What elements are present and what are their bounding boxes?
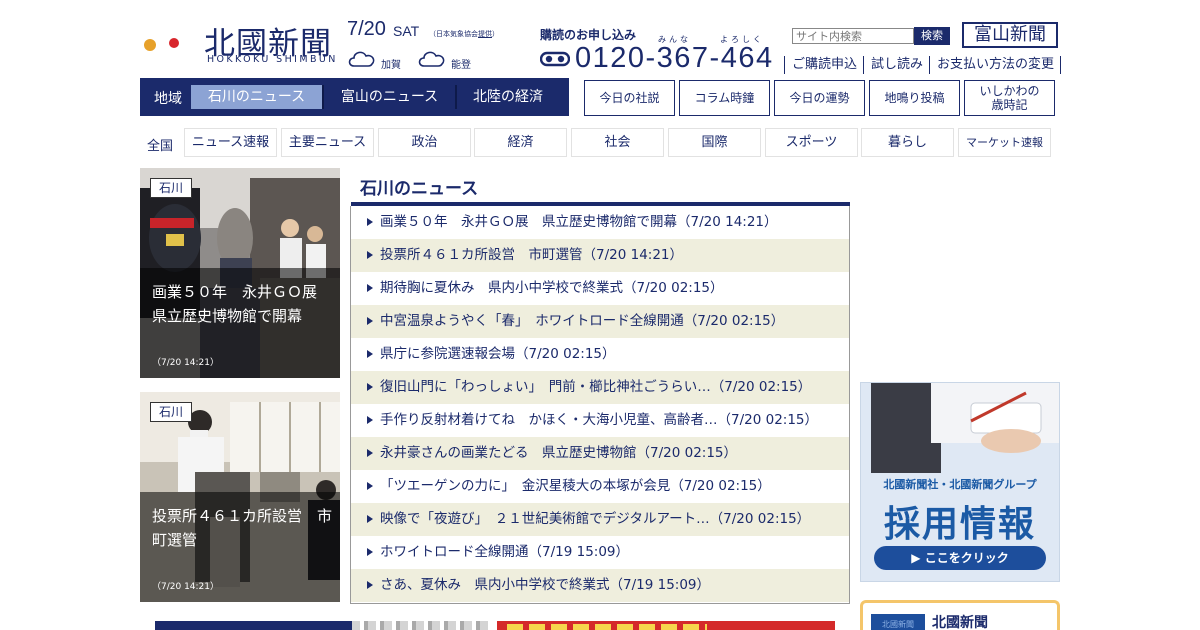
site-logo[interactable]: 北國新聞 HOKKOKU SHIMBUN — [140, 16, 340, 66]
hokkoku-promo-title: 北國新聞 — [932, 615, 988, 630]
news-item[interactable]: 永井豪さんの画業たどる 県立歴史博物館（7/20 02:15） — [351, 437, 849, 470]
weekday: SAT — [393, 23, 420, 39]
national-label[interactable]: 全国 — [147, 135, 173, 154]
weather-area: 加賀 — [381, 60, 401, 71]
news-list: 画業５０年 永井ＧＯ展 県立歴史博物館で開幕（7/20 14:21） 投票所４６… — [350, 206, 850, 604]
link-payment-change[interactable]: お支払い方法の変更 — [929, 56, 1062, 74]
recruit-photo — [861, 383, 1059, 473]
tab-hokuriku-economy[interactable]: 北陸の経済 — [457, 85, 559, 109]
horoscope-button[interactable]: 今日の運勢 — [774, 80, 865, 116]
link-subscribe[interactable]: ご購読申込 — [784, 56, 863, 74]
recruit-title: 採用情報 — [883, 504, 1036, 545]
weather-credit-suffix: ） — [492, 30, 499, 38]
category-politics[interactable]: 政治 — [378, 128, 471, 157]
news-section-heading: 石川のニュース — [360, 179, 479, 199]
phone-number[interactable]: 0120-367-464 — [575, 42, 774, 75]
column-jisho-button[interactable]: コラム時鐘 — [679, 80, 770, 116]
news-item[interactable]: ホワイトロード全線開通（7/19 15:09） — [351, 536, 849, 569]
photo-card[interactable]: 石川 投票所４６１カ所設営 市町選管 （7/20 14:21） — [140, 392, 340, 602]
region-label: 地域 — [154, 91, 182, 107]
category-international[interactable]: 国際 — [668, 128, 761, 157]
weather-credit-link[interactable]: 提供 — [478, 30, 492, 38]
card-region-tag: 石川 — [150, 178, 192, 198]
card-time: （7/20 14:21） — [152, 358, 220, 368]
tab-toyama-news[interactable]: 富山のニュース — [324, 85, 455, 109]
category-economy[interactable]: 経済 — [474, 128, 567, 157]
date-weather: 7/20 SAT （日本気象協会提供） 加賀 能登 — [347, 18, 507, 72]
search-input[interactable] — [792, 28, 914, 44]
card-title[interactable]: 画業５０年 永井ＧＯ展 県立歴史博物館で開幕 — [152, 280, 332, 328]
seasonal-calendar-line1: いしかわの — [979, 84, 1040, 98]
logo-mark-icon — [144, 19, 194, 65]
news-item[interactable]: 県庁に参院選速報会場（7/20 02:15） — [351, 338, 849, 371]
tab-ishikawa-news[interactable]: 石川のニュース — [191, 85, 322, 109]
header-links: ご購読申込 試し読み お支払い方法の変更 — [784, 56, 1062, 74]
hokkoku-mini-logo: 北國新聞 — [871, 614, 925, 630]
news-item[interactable]: 投票所４６１カ所設営 市町選管（7/20 14:21） — [351, 239, 849, 272]
region-nav: 地域 石川のニュース 富山のニュース 北陸の経済 — [140, 78, 569, 116]
category-living[interactable]: 暮らし — [861, 128, 954, 157]
subscribe-label: 購読のお申し込み — [540, 28, 637, 42]
toyama-shimbun-logo[interactable]: 富山新聞 — [962, 22, 1058, 48]
category-society[interactable]: 社会 — [571, 128, 664, 157]
news-item[interactable]: 中宮温泉ようやく「春」 ホワイトロード全線開通（7/20 02:15） — [351, 305, 849, 338]
date: 7/20 — [347, 18, 386, 40]
weather-credit-prefix: （日本気象協会 — [429, 30, 478, 38]
recruit-click-button[interactable]: ▶ ここをクリック — [874, 546, 1046, 570]
seasonal-calendar-button[interactable]: いしかわの 歳時記 — [964, 80, 1055, 116]
card-time: （7/20 14:21） — [152, 582, 220, 592]
seasonal-calendar-line2: 歳時記 — [991, 98, 1028, 112]
recruit-banner[interactable]: 北國新聞社・北國新聞グループ 採用情報 ▶ ここをクリック — [860, 382, 1060, 582]
search-button[interactable]: 検索 — [914, 27, 950, 45]
category-breaking[interactable]: ニュース速報 — [184, 128, 277, 157]
card-region-tag: 石川 — [150, 402, 192, 422]
bottom-banner-left[interactable] — [155, 621, 492, 630]
link-trial[interactable]: 試し読み — [863, 56, 929, 74]
weather-credit: （日本気象協会提供） — [429, 29, 499, 39]
category-top-news[interactable]: 主要ニュース — [281, 128, 374, 157]
bottom-banner-right[interactable] — [497, 621, 835, 630]
news-item[interactable]: 期待胸に夏休み 県内小中学校で終業式（7/20 02:15） — [351, 272, 849, 305]
editorial-button[interactable]: 今日の社説 — [584, 80, 675, 116]
news-item[interactable]: 手作り反射材着けてね かほく・大海小児童、高齢者…（7/20 02:15） — [351, 404, 849, 437]
cloud-icon — [418, 51, 445, 67]
news-item[interactable]: 画業５０年 永井ＧＯ展 県立歴史博物館で開幕（7/20 14:21） — [351, 206, 849, 239]
news-item[interactable]: 「ツエーゲンの力に」 金沢星稜大の本塚が会見（7/20 02:15） — [351, 470, 849, 503]
free-dial-icon — [540, 51, 570, 67]
news-item[interactable]: 映像で「夜遊び」 ２１世紀美術館でデジタルアート…（7/20 02:15） — [351, 503, 849, 536]
reader-post-button[interactable]: 地鳴り投稿 — [869, 80, 960, 116]
recruit-subtitle: 北國新聞社・北國新聞グループ — [883, 478, 1037, 491]
logo-english: HOKKOKU SHIMBUN — [207, 54, 338, 65]
news-item[interactable]: さあ、夏休み 県内小中学校で終業式（7/19 15:09） — [351, 569, 849, 602]
category-sports[interactable]: スポーツ — [765, 128, 858, 157]
news-item[interactable]: 復旧山門に「わっしょい」 門前・櫛比神社ごうらい…（7/20 02:15） — [351, 371, 849, 404]
cloud-icon — [348, 51, 375, 67]
category-market[interactable]: マーケット速報 — [958, 128, 1051, 157]
card-title[interactable]: 投票所４６１カ所設営 市町選管 — [152, 504, 332, 552]
weather-area: 能登 — [451, 60, 471, 71]
hokkoku-promo[interactable]: 北國新聞 北國新聞 — [860, 600, 1060, 630]
photo-card[interactable]: 石川 画業５０年 永井ＧＯ展 県立歴史博物館で開幕 （7/20 14:21） — [140, 168, 340, 378]
